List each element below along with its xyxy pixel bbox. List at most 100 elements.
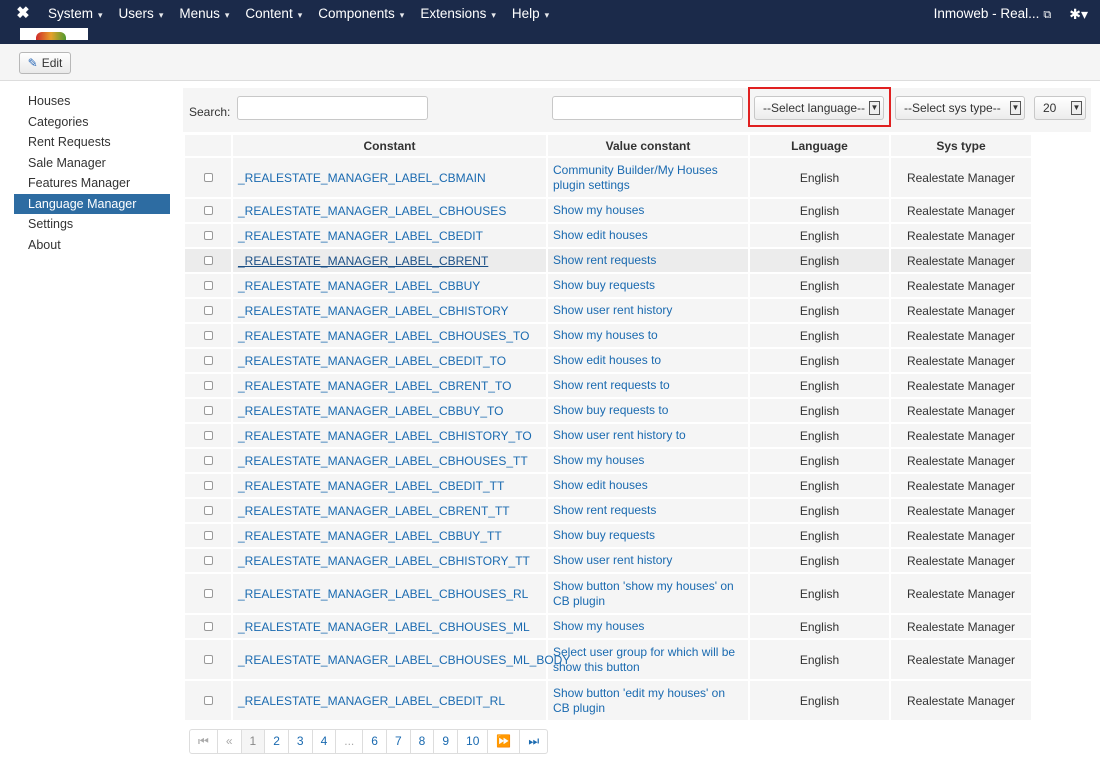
value-cell[interactable]: Show buy requests <box>548 524 748 547</box>
prev-page-icon[interactable]: « <box>218 730 242 753</box>
value-cell[interactable]: Show rent requests to <box>548 374 748 397</box>
constant-link[interactable]: _REALESTATE_MANAGER_LABEL_CBRENT_TT <box>238 504 510 518</box>
header-value-constant[interactable]: Value constant <box>548 135 748 156</box>
search-value-input[interactable] <box>552 96 743 120</box>
constant-link[interactable]: _REALESTATE_MANAGER_LABEL_CBHOUSES_TO <box>238 329 529 343</box>
row-checkbox[interactable] <box>203 230 213 240</box>
row-checkbox[interactable] <box>203 530 213 540</box>
value-cell[interactable]: Show my houses <box>548 449 748 472</box>
constant-link[interactable]: _REALESTATE_MANAGER_LABEL_CBBUY <box>238 279 480 293</box>
sidebar-item-language-manager[interactable]: Language Manager <box>14 193 170 214</box>
constant-link[interactable]: _REALESTATE_MANAGER_LABEL_CBBUY_TT <box>238 529 502 543</box>
page-1[interactable]: 1 <box>241 730 266 753</box>
row-checkbox[interactable] <box>203 695 213 705</box>
row-checkbox[interactable] <box>203 405 213 415</box>
constant-link[interactable]: _REALESTATE_MANAGER_LABEL_CBRENT_TO <box>238 379 511 393</box>
sidebar-item-rent-requests[interactable]: Rent Requests <box>14 132 170 153</box>
header-language[interactable]: Language <box>750 135 889 156</box>
row-checkbox[interactable] <box>203 255 213 265</box>
menu-components[interactable]: Components ▾ <box>310 0 412 28</box>
row-checkbox[interactable] <box>203 280 213 290</box>
page-8[interactable]: 8 <box>411 730 435 753</box>
menu-users[interactable]: Users ▾ <box>111 0 172 28</box>
value-cell[interactable]: Show rent requests <box>548 249 748 272</box>
page-2[interactable]: 2 <box>265 730 289 753</box>
constant-link[interactable]: _REALESTATE_MANAGER_LABEL_CBEDIT_TO <box>238 354 506 368</box>
sidebar-item-categories[interactable]: Categories <box>14 112 170 133</box>
header-constant[interactable]: Constant <box>233 135 546 156</box>
menu-extensions[interactable]: Extensions ▾ <box>412 0 504 28</box>
constant-link[interactable]: _REALESTATE_MANAGER_LABEL_CBHOUSES_RL <box>238 587 528 601</box>
page-6[interactable]: 6 <box>363 730 387 753</box>
select-sys-type-dropdown[interactable]: --Select sys type-- ▼ <box>895 96 1025 120</box>
page-10[interactable]: 10 <box>458 730 489 753</box>
sidebar-item-sale-manager[interactable]: Sale Manager <box>14 153 170 174</box>
sidebar-item-about[interactable]: About <box>14 235 170 256</box>
settings-gear-icon[interactable]: ✱▾ <box>1069 6 1088 23</box>
constant-link[interactable]: _REALESTATE_MANAGER_LABEL_CBEDIT_RL <box>238 694 505 708</box>
value-cell[interactable]: Show rent requests <box>548 499 748 522</box>
last-page-icon[interactable]: ⏭ <box>520 730 547 753</box>
menu-system[interactable]: System ▾ <box>40 0 111 28</box>
page-7[interactable]: 7 <box>387 730 411 753</box>
menu-menus[interactable]: Menus ▾ <box>171 0 237 28</box>
value-cell[interactable]: Select user group for which will be show… <box>548 640 748 679</box>
row-checkbox[interactable] <box>203 380 213 390</box>
sidebar-item-features-manager[interactable]: Features Manager <box>14 173 170 194</box>
value-cell[interactable]: Show buy requests <box>548 274 748 297</box>
row-checkbox[interactable] <box>203 505 213 515</box>
row-checkbox[interactable] <box>203 305 213 315</box>
constant-link[interactable]: _REALESTATE_MANAGER_LABEL_CBHOUSES_ML_BO… <box>238 653 570 667</box>
edit-button[interactable]: ✎ Edit <box>19 52 71 74</box>
value-cell[interactable]: Community Builder/My Houses plugin setti… <box>548 158 748 197</box>
value-cell[interactable]: Show edit houses <box>548 224 748 247</box>
page-4[interactable]: 4 <box>313 730 337 753</box>
value-cell[interactable]: Show buy requests to <box>548 399 748 422</box>
page-3[interactable]: 3 <box>289 730 313 753</box>
value-cell[interactable]: Show my houses <box>548 199 748 222</box>
row-checkbox[interactable] <box>203 172 213 182</box>
row-checkbox[interactable] <box>203 555 213 565</box>
constant-link[interactable]: _REALESTATE_MANAGER_LABEL_CBBUY_TO <box>238 404 503 418</box>
search-constant-input[interactable] <box>237 96 428 120</box>
value-cell[interactable]: Show button 'edit my houses' on CB plugi… <box>548 681 748 720</box>
sidebar-item-settings[interactable]: Settings <box>14 214 170 235</box>
constant-link[interactable]: _REALESTATE_MANAGER_LABEL_CBHOUSES <box>238 204 506 218</box>
row-checkbox[interactable] <box>203 621 213 631</box>
constant-link[interactable]: _REALESTATE_MANAGER_LABEL_CBMAIN <box>238 171 486 185</box>
sidebar-item-houses[interactable]: Houses <box>14 91 170 112</box>
constant-link[interactable]: _REALESTATE_MANAGER_LABEL_CBHISTORY <box>238 304 509 318</box>
menu-content[interactable]: Content ▾ <box>237 0 310 28</box>
site-link[interactable]: Inmoweb - Real... ⧉ <box>934 6 1052 22</box>
list-limit-dropdown[interactable]: 20 ▼ <box>1034 96 1086 120</box>
row-checkbox[interactable] <box>203 654 213 664</box>
row-checkbox[interactable] <box>203 355 213 365</box>
row-checkbox[interactable] <box>203 330 213 340</box>
page-9[interactable]: 9 <box>434 730 459 753</box>
value-cell[interactable]: Show user rent history <box>548 549 748 572</box>
value-cell[interactable]: Show edit houses <box>548 474 748 497</box>
menu-help[interactable]: Help ▾ <box>504 0 557 28</box>
row-checkbox[interactable] <box>203 480 213 490</box>
value-cell[interactable]: Show user rent history <box>548 299 748 322</box>
constant-link[interactable]: _REALESTATE_MANAGER_LABEL_CBEDIT_TT <box>238 479 504 493</box>
row-checkbox[interactable] <box>203 455 213 465</box>
row-checkbox[interactable] <box>203 588 213 598</box>
row-checkbox[interactable] <box>203 430 213 440</box>
first-page-icon[interactable]: ⏮ <box>190 730 218 753</box>
header-sys-type[interactable]: Sys type <box>891 135 1031 156</box>
value-cell[interactable]: Show button 'show my houses' on CB plugi… <box>548 574 748 613</box>
constant-link[interactable]: _REALESTATE_MANAGER_LABEL_CBHOUSES_TT <box>238 454 528 468</box>
row-checkbox[interactable] <box>203 205 213 215</box>
value-cell[interactable]: Show user rent history to <box>548 424 748 447</box>
value-cell[interactable]: Show edit houses to <box>548 349 748 372</box>
value-cell[interactable]: Show my houses to <box>548 324 748 347</box>
value-cell[interactable]: Show my houses <box>548 615 748 638</box>
constant-link[interactable]: _REALESTATE_MANAGER_LABEL_CBHISTORY_TT <box>238 554 530 568</box>
page-ellipsis[interactable]: ... <box>336 730 364 753</box>
constant-link[interactable]: _REALESTATE_MANAGER_LABEL_CBRENT <box>238 254 488 268</box>
joomla-logo-icon[interactable]: ✖ <box>14 5 32 23</box>
constant-link[interactable]: _REALESTATE_MANAGER_LABEL_CBHISTORY_TO <box>238 429 532 443</box>
next-page-icon[interactable]: ⏩ <box>488 730 521 753</box>
constant-link[interactable]: _REALESTATE_MANAGER_LABEL_CBEDIT <box>238 229 483 243</box>
